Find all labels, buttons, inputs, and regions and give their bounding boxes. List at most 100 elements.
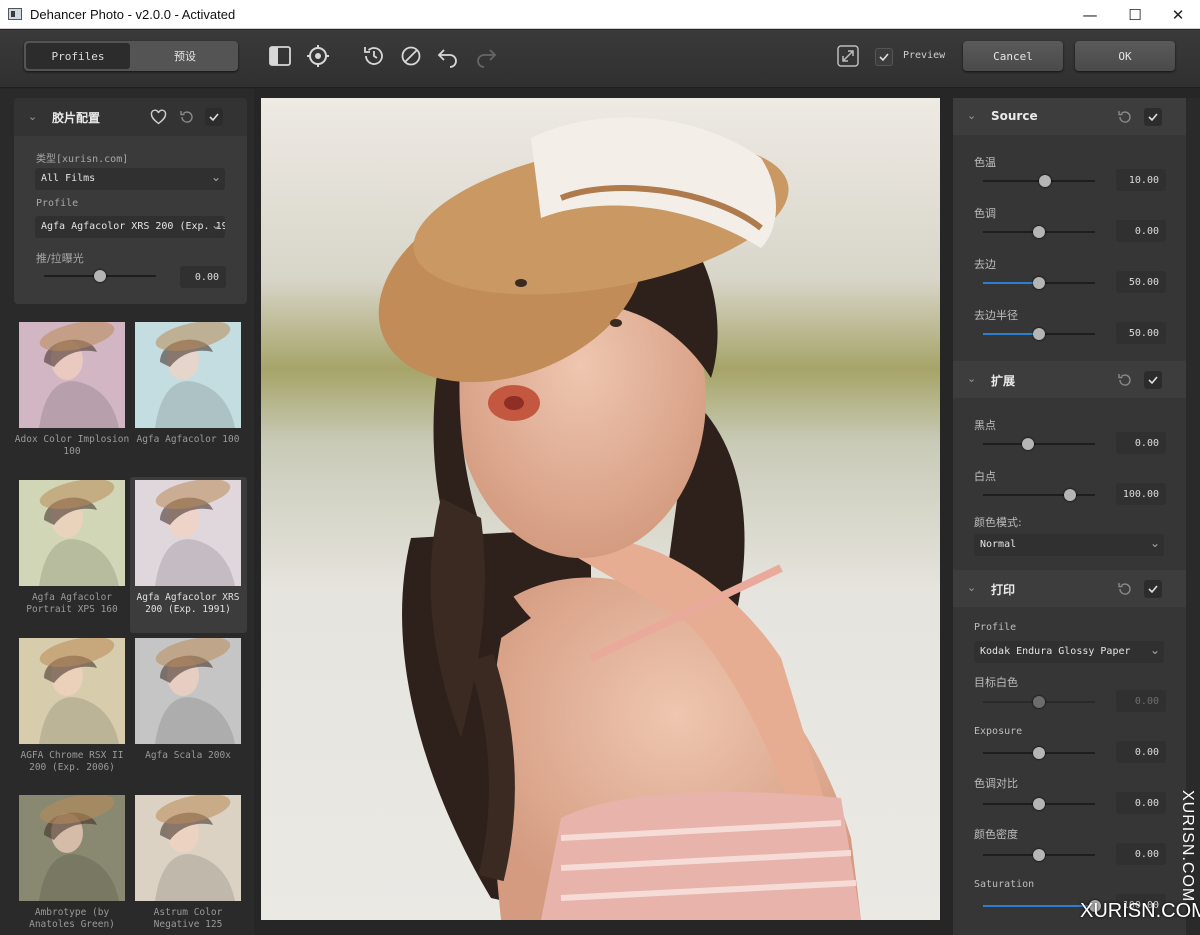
- film-thumbnail[interactable]: [19, 638, 125, 744]
- thumbnail-image: [135, 638, 241, 744]
- tint-value[interactable]: 0.00: [1116, 220, 1166, 242]
- chevron-down-icon[interactable]: ⌄: [967, 109, 976, 122]
- thumbnail-image: [19, 480, 125, 586]
- close-window-button[interactable]: ✕: [1156, 0, 1200, 29]
- print-profile-select[interactable]: Kodak Endura Glossy Paper ⌄: [974, 641, 1164, 663]
- thumbnail-image: [135, 480, 241, 586]
- cancel-button[interactable]: Cancel: [963, 41, 1063, 71]
- film-thumbnail[interactable]: [135, 480, 241, 586]
- film-thumbnail[interactable]: [135, 638, 241, 744]
- print-section-header[interactable]: ⌄ 打印: [953, 570, 1186, 607]
- chevron-down-icon: ⌄: [1149, 643, 1160, 657]
- print-title: 打印: [991, 583, 1016, 597]
- preview-label: Preview: [903, 50, 946, 61]
- reset-section-icon[interactable]: [1117, 109, 1133, 125]
- target-white-value[interactable]: 0.00: [1116, 690, 1166, 712]
- density-label: 颜色密度: [974, 828, 1018, 841]
- reset-section-icon[interactable]: [179, 109, 195, 125]
- enable-checkbox[interactable]: [1144, 580, 1162, 598]
- enable-checkbox[interactable]: [1144, 371, 1162, 389]
- enable-checkbox[interactable]: [205, 108, 223, 126]
- reset-section-icon[interactable]: [1117, 372, 1133, 388]
- contrast-value[interactable]: 0.00: [1116, 792, 1166, 814]
- tab-presets[interactable]: 预设: [132, 41, 238, 71]
- maximize-button[interactable]: ☐: [1113, 0, 1157, 29]
- vignette-value[interactable]: 50.00: [1116, 271, 1166, 293]
- favorite-heart-icon[interactable]: [150, 109, 167, 125]
- tint-label: 色调: [974, 207, 996, 220]
- ok-button[interactable]: OK: [1075, 41, 1175, 71]
- vignette-slider-knob[interactable]: [1033, 277, 1045, 289]
- film-thumbnail[interactable]: [19, 322, 125, 428]
- chevron-down-icon[interactable]: ⌄: [967, 372, 976, 385]
- minimize-button[interactable]: —: [1068, 0, 1112, 29]
- profile-select[interactable]: Agfa Agfacolor XRS 200 (Exp. 1991) ⌄: [35, 216, 225, 238]
- tint-slider-knob[interactable]: [1033, 226, 1045, 238]
- check-icon: [209, 113, 219, 122]
- tab-profiles[interactable]: Profiles: [26, 43, 130, 69]
- check-icon: [1148, 376, 1158, 385]
- white-point-slider-knob[interactable]: [1064, 489, 1077, 501]
- chevron-down-icon: ⌄: [210, 218, 221, 232]
- check-icon: [1148, 585, 1158, 594]
- compare-split-icon[interactable]: [268, 44, 292, 68]
- app-icon: [8, 8, 22, 20]
- print-profile-value: Kodak Endura Glossy Paper: [980, 646, 1131, 657]
- color-mode-select[interactable]: Normal ⌄: [974, 534, 1164, 556]
- mode-switch: Profiles 预设: [24, 41, 238, 71]
- push-pull-value[interactable]: 0.00: [180, 266, 226, 288]
- exposure-slider-knob[interactable]: [1033, 747, 1045, 759]
- left-panel: ⌄ 胶片配置 类型[xurisn.com] All Films ⌄ Profil…: [0, 89, 254, 935]
- temperature-slider-knob[interactable]: [1038, 175, 1051, 187]
- film-profile-title: 胶片配置: [52, 111, 101, 125]
- exposure-value[interactable]: 0.00: [1116, 741, 1166, 763]
- black-point-slider-track[interactable]: [983, 443, 1095, 445]
- history-icon[interactable]: [362, 44, 386, 68]
- fullscreen-icon[interactable]: [837, 45, 859, 67]
- density-slider-knob[interactable]: [1033, 849, 1045, 861]
- vignette-radius-value[interactable]: 50.00: [1116, 322, 1166, 344]
- check-icon: [1148, 113, 1158, 122]
- black-point-value[interactable]: 0.00: [1116, 432, 1166, 454]
- thumbnail-image: [19, 795, 125, 901]
- contrast-label: 色调对比: [974, 777, 1018, 790]
- push-pull-label: 推/拉曝光: [36, 252, 84, 265]
- chevron-down-icon[interactable]: ⌄: [28, 110, 37, 123]
- chevron-down-icon[interactable]: ⌄: [967, 581, 976, 594]
- redo-icon[interactable]: [474, 44, 498, 68]
- saturation-slider-fill: [983, 905, 1091, 907]
- film-thumbnail-caption: Adox Color Implosion 100: [14, 434, 130, 457]
- type-label: 类型[xurisn.com]: [36, 154, 129, 165]
- reset-section-icon[interactable]: [1117, 581, 1133, 597]
- film-thumbnail[interactable]: [19, 795, 125, 901]
- film-thumbnail[interactable]: [19, 480, 125, 586]
- settings-icon[interactable]: [306, 44, 330, 68]
- right-panel: ⌄ Source 色温 10.00 色调 0.00 去边 50.00 去边半径: [953, 98, 1186, 935]
- film-thumbnail[interactable]: [135, 795, 241, 901]
- watermark-bottom: XURISN.COM: [1080, 900, 1200, 922]
- expand-section-header[interactable]: ⌄ 扩展: [953, 361, 1186, 398]
- push-pull-slider-knob[interactable]: [94, 270, 106, 282]
- white-point-value[interactable]: 100.00: [1116, 483, 1166, 505]
- black-point-slider-knob[interactable]: [1021, 438, 1034, 450]
- undo-icon[interactable]: [436, 44, 460, 68]
- profile-label: Profile: [36, 198, 79, 209]
- white-point-slider-track[interactable]: [983, 494, 1095, 496]
- thumbnail-image: [135, 322, 241, 428]
- source-section-header[interactable]: ⌄ Source: [953, 98, 1186, 135]
- preview-checkbox[interactable]: [875, 48, 893, 66]
- temperature-value[interactable]: 10.00: [1116, 169, 1166, 191]
- enable-checkbox[interactable]: [1144, 108, 1162, 126]
- density-value[interactable]: 0.00: [1116, 843, 1166, 865]
- film-thumbnail[interactable]: [135, 322, 241, 428]
- contrast-slider-knob[interactable]: [1033, 798, 1045, 810]
- target-white-slider-knob[interactable]: [1033, 696, 1045, 708]
- chevron-down-icon: ⌄: [1149, 536, 1160, 550]
- film-profile-header[interactable]: ⌄ 胶片配置: [14, 98, 247, 136]
- temperature-label: 色温: [974, 156, 996, 169]
- type-select[interactable]: All Films ⌄: [35, 168, 225, 190]
- vignette-radius-slider-knob[interactable]: [1033, 328, 1045, 340]
- reset-icon[interactable]: [399, 44, 423, 68]
- preview-image[interactable]: [261, 98, 940, 920]
- vignette-radius-slider-fill: [983, 333, 1039, 335]
